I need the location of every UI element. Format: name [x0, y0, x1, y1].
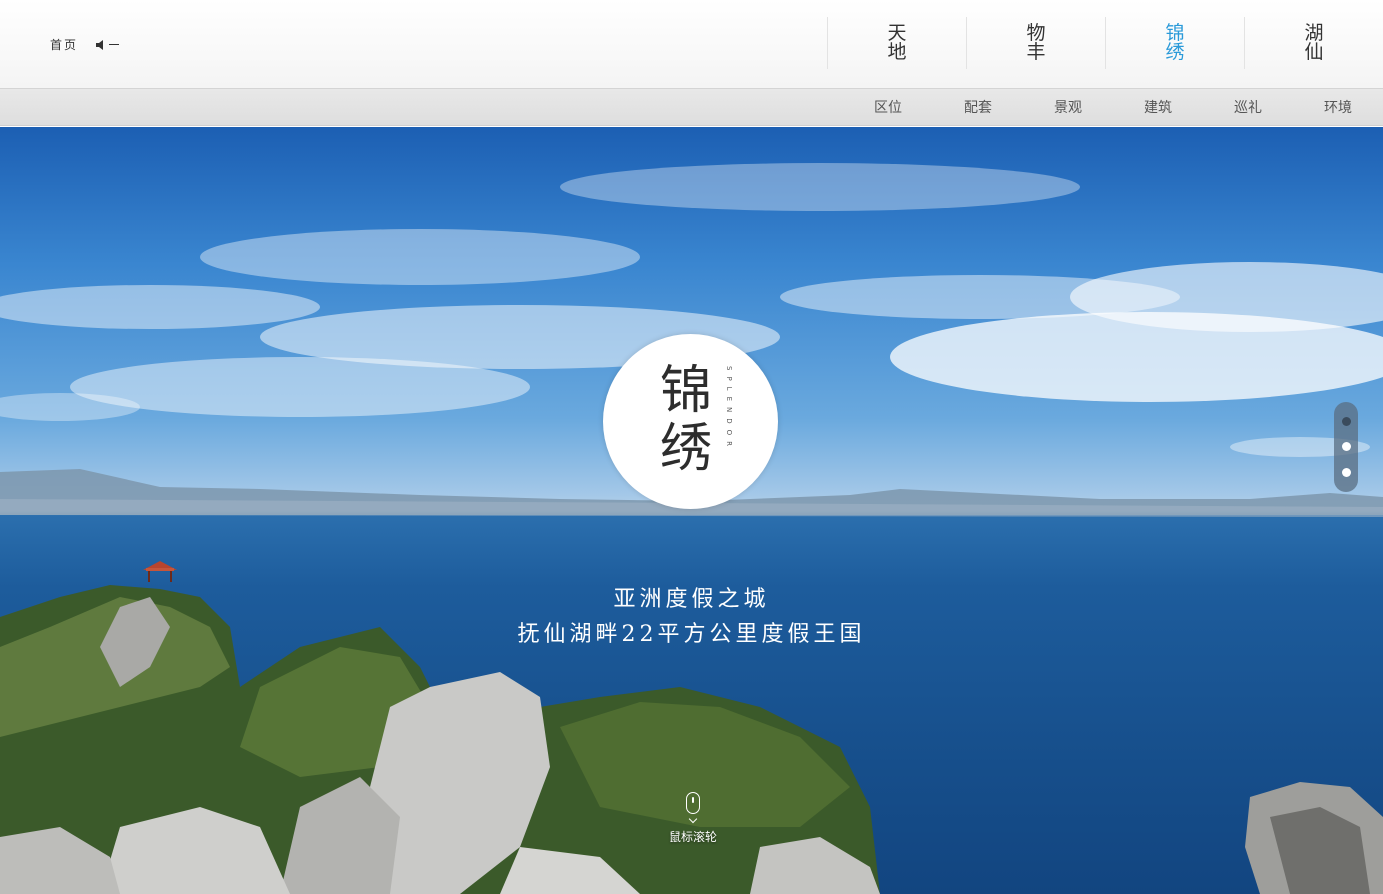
slide-dot-1[interactable]: [1341, 417, 1351, 427]
main-nav: 天 地 物 丰 锦 绣 湖 仙: [827, 17, 1383, 69]
brand-logo: 锦 绣 SPLENDOR: [603, 334, 778, 509]
main-nav-label-bottom: 仙: [1304, 41, 1324, 63]
sound-toggle[interactable]: [96, 39, 120, 50]
site-header: 首页 天 地 物 丰 锦 绣 湖 仙: [0, 0, 1383, 88]
chevron-down-icon: [688, 814, 698, 824]
hero-banner: 锦 绣 SPLENDOR 亚洲度假之城 抚仙湖畔22平方公里度假王国 鼠标滚轮: [0, 127, 1383, 894]
sub-nav-item-tour[interactable]: 巡礼: [1203, 89, 1293, 127]
scroll-hint-label: 鼠标滚轮: [668, 830, 717, 844]
logo-subtitle: SPLENDOR: [725, 366, 733, 452]
main-nav-item-jinxiu[interactable]: 锦 绣: [1105, 17, 1244, 69]
sub-nav: 区位 配套 景观 建筑 巡礼 环境: [843, 89, 1383, 127]
speaker-icon: [96, 39, 104, 50]
main-nav-item-wufeng[interactable]: 物 丰: [966, 17, 1105, 69]
logo-char-bottom: 绣: [659, 419, 712, 479]
logo-characters: 锦 绣: [651, 362, 721, 478]
main-nav-item-huxian[interactable]: 湖 仙: [1244, 17, 1383, 69]
slide-dot-2[interactable]: [1341, 442, 1351, 452]
main-nav-label-bottom: 地: [887, 41, 907, 63]
slide-pagination: [1334, 402, 1358, 492]
mouse-icon: [686, 792, 700, 814]
sub-nav-bar: 区位 配套 景观 建筑 巡礼 环境: [0, 88, 1383, 126]
tagline-line1: 亚洲度假之城: [613, 587, 770, 612]
hero-tagline: 亚洲度假之城 抚仙湖畔22平方公里度假王国: [0, 583, 1383, 653]
sub-nav-item-environment[interactable]: 环境: [1293, 89, 1383, 127]
tagline-line2: 抚仙湖畔22平方公里度假王国: [517, 622, 866, 647]
sound-level-icon: [109, 44, 120, 45]
top-left-links: 首页: [50, 36, 120, 53]
main-nav-label-bottom: 丰: [1026, 41, 1046, 63]
sub-nav-item-landscape[interactable]: 景观: [1023, 89, 1113, 127]
home-link[interactable]: 首页: [50, 36, 78, 53]
slide-dot-3[interactable]: [1341, 467, 1351, 477]
sub-nav-item-facilities[interactable]: 配套: [933, 89, 1023, 127]
main-nav-label-bottom: 绣: [1165, 41, 1185, 63]
scroll-hint[interactable]: 鼠标滚轮: [653, 792, 733, 872]
lake-shore-image: [0, 469, 1383, 894]
sub-nav-item-architecture[interactable]: 建筑: [1113, 89, 1203, 127]
logo-char-top: 锦: [659, 361, 712, 421]
sub-nav-item-location[interactable]: 区位: [843, 89, 933, 127]
main-nav-item-tiandi[interactable]: 天 地: [827, 17, 966, 69]
